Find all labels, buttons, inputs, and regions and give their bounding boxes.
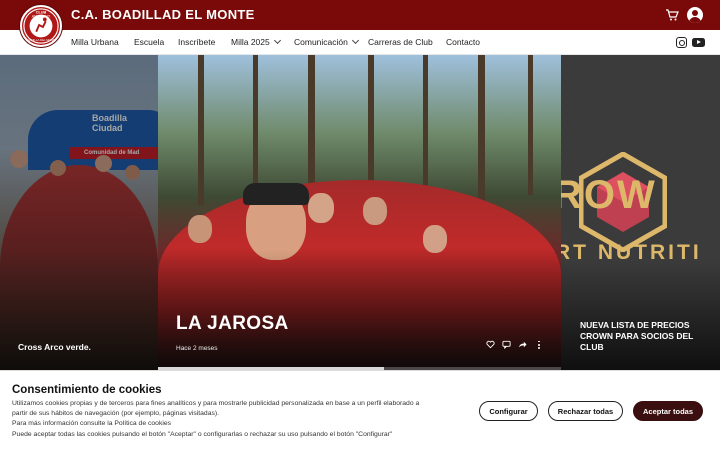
chevron-down-icon <box>351 36 359 45</box>
cookie-policy-link[interactable]: Para más información consulte la Polític… <box>12 419 457 429</box>
configure-cookies-button[interactable]: Configurar <box>479 401 538 421</box>
main-navigation: Milla Urbana Escuela Inscríbete Milla 20… <box>0 30 720 55</box>
carousel-slide-cross-arco-verde[interactable]: Boadilla Ciudad Comunidad de Mad Cross Ar… <box>0 55 158 370</box>
cookie-text-line: Puede aceptar todas las cookies pulsando… <box>12 430 393 438</box>
cookie-description: Utilizamos cookies propias y de terceros… <box>12 399 457 440</box>
instagram-icon[interactable] <box>676 37 687 48</box>
carousel-slide-crown-precios[interactable]: ROW RT NUTRITI NUEVA LISTA DE PRECIOS CR… <box>561 55 720 370</box>
slide-caption[interactable]: NUEVA LISTA DE PRECIOS CROWN PARA SOCIOS… <box>580 320 705 353</box>
cookie-title: Consentimiento de cookies <box>12 384 162 396</box>
nav-item-comunicacion[interactable]: Comunicación <box>294 36 359 47</box>
image-carousel[interactable]: Boadilla Ciudad Comunidad de Mad Cross Ar… <box>0 55 720 370</box>
nav-item-milla-urbana[interactable]: Milla Urbana <box>71 37 119 47</box>
site-title[interactable]: C.A. BOADILLAD EL MONTE <box>71 7 255 22</box>
more-options-icon[interactable] <box>534 340 543 349</box>
cookie-text-line: Utilizamos cookies propias y de terceros… <box>12 400 420 407</box>
logo-text-mid: ATLETISMO <box>32 14 51 18</box>
logo-text-bottom: BOADILLA DEL MONTE <box>25 38 56 42</box>
nav-item-milla-2025[interactable]: Milla 2025 <box>231 36 281 47</box>
chevron-down-icon <box>273 36 281 45</box>
nav-item-contacto[interactable]: Contacto <box>446 37 480 47</box>
nav-item-carreras-de-club[interactable]: Carreras de Club <box>368 37 433 47</box>
accept-all-cookies-button[interactable]: Aceptar todas <box>633 401 703 421</box>
cart-icon[interactable] <box>665 8 679 22</box>
cookie-text-line: partir de sus hábitos de navegación (por… <box>12 410 220 418</box>
slide-actions <box>486 340 543 349</box>
club-logo[interactable]: CLUB ATLETISMO BOADILLA DEL MONTE <box>20 5 62 47</box>
top-header-bar: C.A. BOADILLAD EL MONTE <box>0 0 720 30</box>
comment-icon[interactable] <box>502 340 511 349</box>
user-account-icon[interactable] <box>687 7 703 23</box>
slide-title[interactable]: LA JAROSA <box>176 313 289 335</box>
nav-item-escuela[interactable]: Escuela <box>134 37 164 47</box>
share-icon[interactable] <box>518 340 527 349</box>
slide-caption: Cross Arco verde. <box>18 342 91 352</box>
reject-all-cookies-button[interactable]: Rechazar todas <box>548 401 623 421</box>
nav-item-inscribete[interactable]: Inscríbete <box>178 37 215 47</box>
slide-timestamp: Hace 2 meses <box>176 345 218 352</box>
cookie-consent-banner: Consentimiento de cookies Utilizamos coo… <box>0 370 720 450</box>
page: C.A. BOADILLAD EL MONTE CLUB ATLETISMO B… <box>0 0 720 450</box>
youtube-icon[interactable] <box>692 38 705 47</box>
heart-icon[interactable] <box>486 340 495 349</box>
carousel-slide-la-jarosa[interactable]: LA JAROSA Hace 2 meses <box>158 55 561 370</box>
